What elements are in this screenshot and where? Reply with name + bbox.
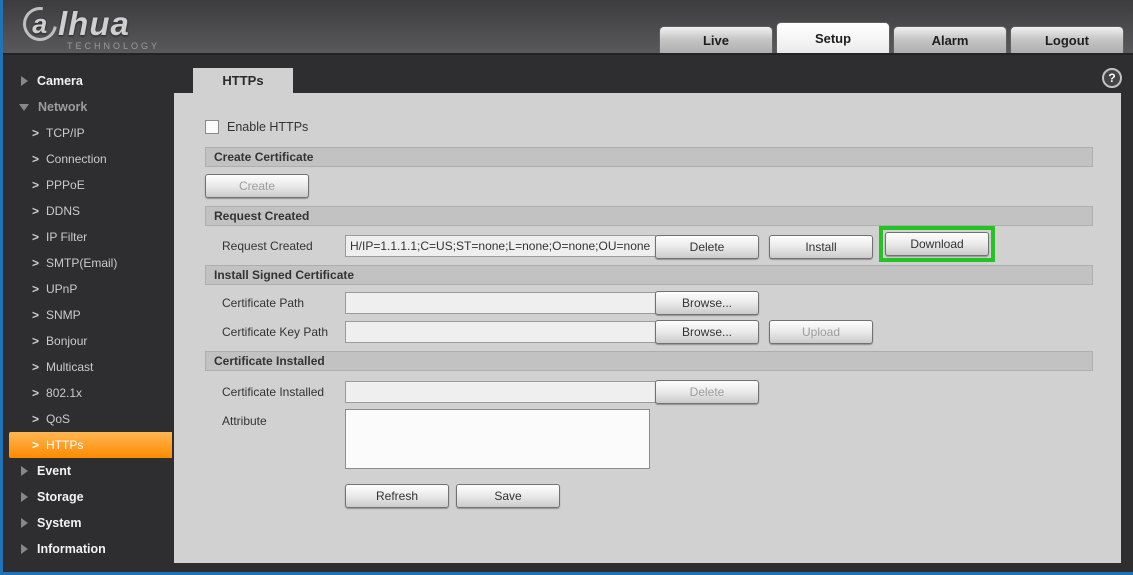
certificate-installed-field[interactable] <box>345 381 656 403</box>
enable-https-label: Enable HTTPs <box>227 120 309 134</box>
sidebar-item-ip-filter[interactable]: > IP Filter <box>3 224 172 250</box>
collapsed-arrow-icon <box>21 466 28 476</box>
collapsed-arrow-icon <box>21 518 28 528</box>
browse-cert-key-path-button[interactable]: Browse... <box>655 320 759 344</box>
refresh-button[interactable]: Refresh <box>345 484 449 508</box>
certificate-installed-label: Certificate Installed <box>222 385 325 399</box>
create-button[interactable]: Create <box>205 174 309 198</box>
sidebar: Camera Network > TCP/IP > Connection > P… <box>3 57 172 572</box>
chevron-right-icon: > <box>32 308 40 322</box>
enable-https-checkbox[interactable] <box>205 120 219 134</box>
sidebar-item-upnp[interactable]: > UPnP <box>3 276 172 302</box>
header: a lhua TECHNOLOGY Live Setup Alarm Logout <box>3 0 1133 55</box>
sidebar-item-smtp-email[interactable]: > SMTP(Email) <box>3 250 172 276</box>
enable-https-row: Enable HTTPs <box>205 120 308 134</box>
chevron-right-icon: > <box>32 152 40 166</box>
chevron-right-icon: > <box>32 386 40 400</box>
certificate-path-field[interactable] <box>345 292 656 314</box>
tab-logout[interactable]: Logout <box>1010 26 1124 53</box>
sidebar-item-camera[interactable]: Camera <box>3 68 172 94</box>
chevron-right-icon: > <box>32 230 40 244</box>
sidebar-item-multicast[interactable]: > Multicast <box>3 354 172 380</box>
chevron-right-icon: > <box>32 360 40 374</box>
attribute-label: Attribute <box>222 414 267 428</box>
tab-live[interactable]: Live <box>659 26 773 53</box>
install-button[interactable]: Install <box>769 235 873 259</box>
expanded-arrow-icon <box>19 103 29 111</box>
sidebar-item-snmp[interactable]: > SNMP <box>3 302 172 328</box>
logo-ring-icon: a <box>16 0 64 48</box>
sidebar-item-ddns[interactable]: > DDNS <box>3 198 172 224</box>
chevron-right-icon: > <box>32 126 40 140</box>
dahua-logo: a lhua TECHNOLOGY <box>16 0 161 51</box>
sidebar-item-tcpip[interactable]: > TCP/IP <box>3 120 172 146</box>
chevron-right-icon: > <box>32 178 40 192</box>
sidebar-item-storage[interactable]: Storage <box>3 484 172 510</box>
sidebar-item-information[interactable]: Information <box>3 536 172 562</box>
sidebar-item-pppoe[interactable]: > PPPoE <box>3 172 172 198</box>
download-highlight-box: Download <box>879 226 995 262</box>
logo-subtitle: TECHNOLOGY <box>67 41 161 51</box>
download-button[interactable]: Download <box>885 232 989 256</box>
collapsed-arrow-icon <box>21 544 28 554</box>
section-create-certificate: Create Certificate <box>205 147 1093 167</box>
sidebar-item-https[interactable]: > HTTPs <box>9 432 172 458</box>
collapsed-arrow-icon <box>21 76 28 86</box>
logo-wordmark: a lhua <box>16 0 160 48</box>
collapsed-arrow-icon <box>21 492 28 502</box>
tab-alarm[interactable]: Alarm <box>893 26 1007 53</box>
sidebar-item-connection[interactable]: > Connection <box>3 146 172 172</box>
request-created-label: Request Created <box>222 239 313 253</box>
section-install-signed-certificate: Install Signed Certificate <box>205 265 1093 285</box>
section-request-created: Request Created <box>205 206 1093 226</box>
sidebar-item-8021x[interactable]: > 802.1x <box>3 380 172 406</box>
upload-button[interactable]: Upload <box>769 320 873 344</box>
sidebar-item-bonjour[interactable]: > Bonjour <box>3 328 172 354</box>
certificate-key-path-field[interactable] <box>345 321 656 343</box>
request-created-field[interactable] <box>345 235 656 257</box>
top-nav-tabs: Live Setup Alarm Logout <box>659 22 1124 53</box>
certificate-path-label: Certificate Path <box>222 296 305 310</box>
section-certificate-installed: Certificate Installed <box>205 351 1093 371</box>
attribute-textarea[interactable] <box>345 409 650 469</box>
chevron-right-icon: > <box>32 204 40 218</box>
chevron-right-icon: > <box>32 438 40 452</box>
sidebar-item-system[interactable]: System <box>3 510 172 536</box>
sidebar-item-network[interactable]: Network <box>3 94 172 120</box>
window-left-border <box>0 0 3 575</box>
browse-cert-path-button[interactable]: Browse... <box>655 291 759 315</box>
chevron-right-icon: > <box>32 256 40 270</box>
sidebar-item-qos[interactable]: > QoS <box>3 406 172 432</box>
sidebar-item-event[interactable]: Event <box>3 458 172 484</box>
certificate-key-path-label: Certificate Key Path <box>222 325 329 339</box>
delete-request-button[interactable]: Delete <box>655 235 759 259</box>
delete-certificate-button[interactable]: Delete <box>655 380 759 404</box>
save-button[interactable]: Save <box>456 484 560 508</box>
app-window: a lhua TECHNOLOGY Live Setup Alarm Logout… <box>0 0 1133 575</box>
main-panel: HTTPs ? Enable HTTPs Create Certificate … <box>172 57 1133 572</box>
https-settings-content: Enable HTTPs Create Certificate Create R… <box>174 93 1121 563</box>
chevron-right-icon: > <box>32 334 40 348</box>
chevron-right-icon: > <box>32 412 40 426</box>
chevron-right-icon: > <box>32 282 40 296</box>
help-icon[interactable]: ? <box>1102 68 1122 88</box>
tab-setup[interactable]: Setup <box>776 22 890 53</box>
tab-https-page[interactable]: HTTPs <box>193 68 293 93</box>
